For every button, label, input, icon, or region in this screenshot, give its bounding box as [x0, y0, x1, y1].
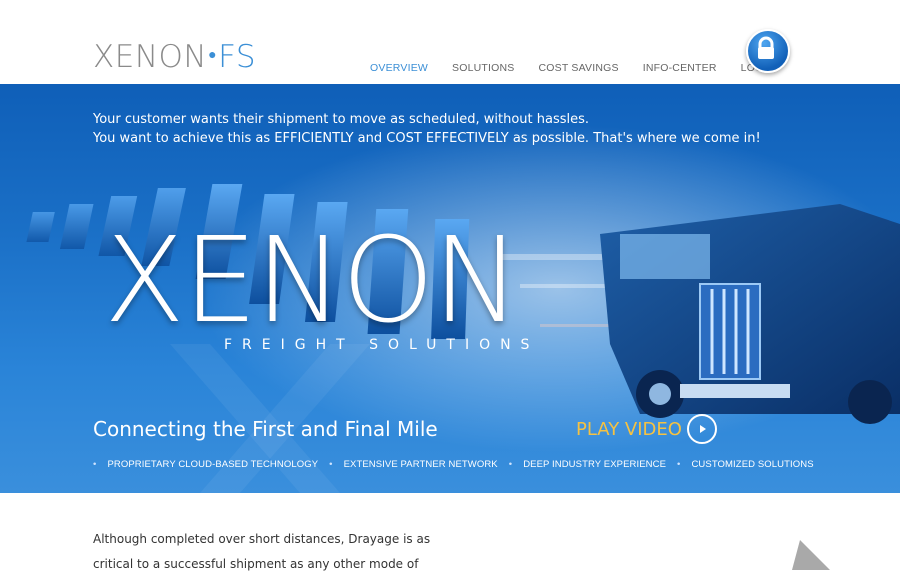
bullet: •	[329, 459, 333, 470]
play-icon[interactable]	[686, 414, 717, 444]
decorative-triangle	[792, 540, 830, 570]
site-header: XENON●FS OVERVIEW SOLUTIONS COST SAVINGS…	[0, 0, 900, 84]
intro-paragraph-line1: Although completed over short distances,…	[93, 532, 431, 546]
site-logo[interactable]: XENON●FS	[93, 42, 256, 73]
logo-dot: ●	[208, 47, 218, 63]
lock-icon	[758, 36, 774, 59]
bullet: •	[508, 459, 513, 470]
logo-suffix-text: FS	[218, 39, 257, 75]
hero-intro-line2: You want to achieve this as EFFICIENTLY …	[93, 131, 761, 146]
feature-item: EXTENSIVE PARTNER NETWORK	[343, 459, 498, 470]
feature-item: CUSTOMIZED SOLUTIONS	[691, 459, 814, 470]
nav-overview[interactable]: OVERVIEW	[370, 62, 428, 74]
hero-intro: Your customer wants their shipment to mo…	[93, 110, 761, 148]
nav-info-center[interactable]: INFO-CENTER	[643, 62, 717, 74]
hero-truck-image	[600, 204, 900, 424]
feature-item: PROPRIETARY CLOUD-BASED TECHNOLOGY	[107, 459, 319, 470]
hero-subtitle: FREIGHT SOLUTIONS	[224, 337, 540, 353]
nav-solutions[interactable]: SOLUTIONS	[452, 62, 514, 74]
intro-paragraph-line2: critical to a successful shipment as any…	[93, 557, 419, 571]
main-nav: OVERVIEW SOLUTIONS COST SAVINGS INFO-CEN…	[370, 62, 801, 74]
bullet: •	[93, 459, 97, 470]
hero-big-title: XENON	[104, 211, 521, 349]
play-video-label: PLAY VIDEO	[576, 418, 682, 440]
hero-intro-line1: Your customer wants their shipment to mo…	[93, 112, 590, 127]
feature-item: DEEP INDUSTRY EXPERIENCE	[523, 459, 667, 470]
feature-list: • PROPRIETARY CLOUD-BASED TECHNOLOGY • E…	[93, 459, 814, 470]
bullet: •	[677, 459, 681, 470]
hero-tagline: Connecting the First and Final Mile	[93, 417, 438, 441]
hero-banner: Your customer wants their shipment to mo…	[0, 84, 900, 493]
play-video-button[interactable]: PLAY VIDEO	[576, 414, 717, 444]
login-lock-button[interactable]	[746, 29, 790, 73]
logo-main-text: XENON	[93, 39, 208, 75]
nav-cost-savings[interactable]: COST SAVINGS	[539, 62, 619, 74]
